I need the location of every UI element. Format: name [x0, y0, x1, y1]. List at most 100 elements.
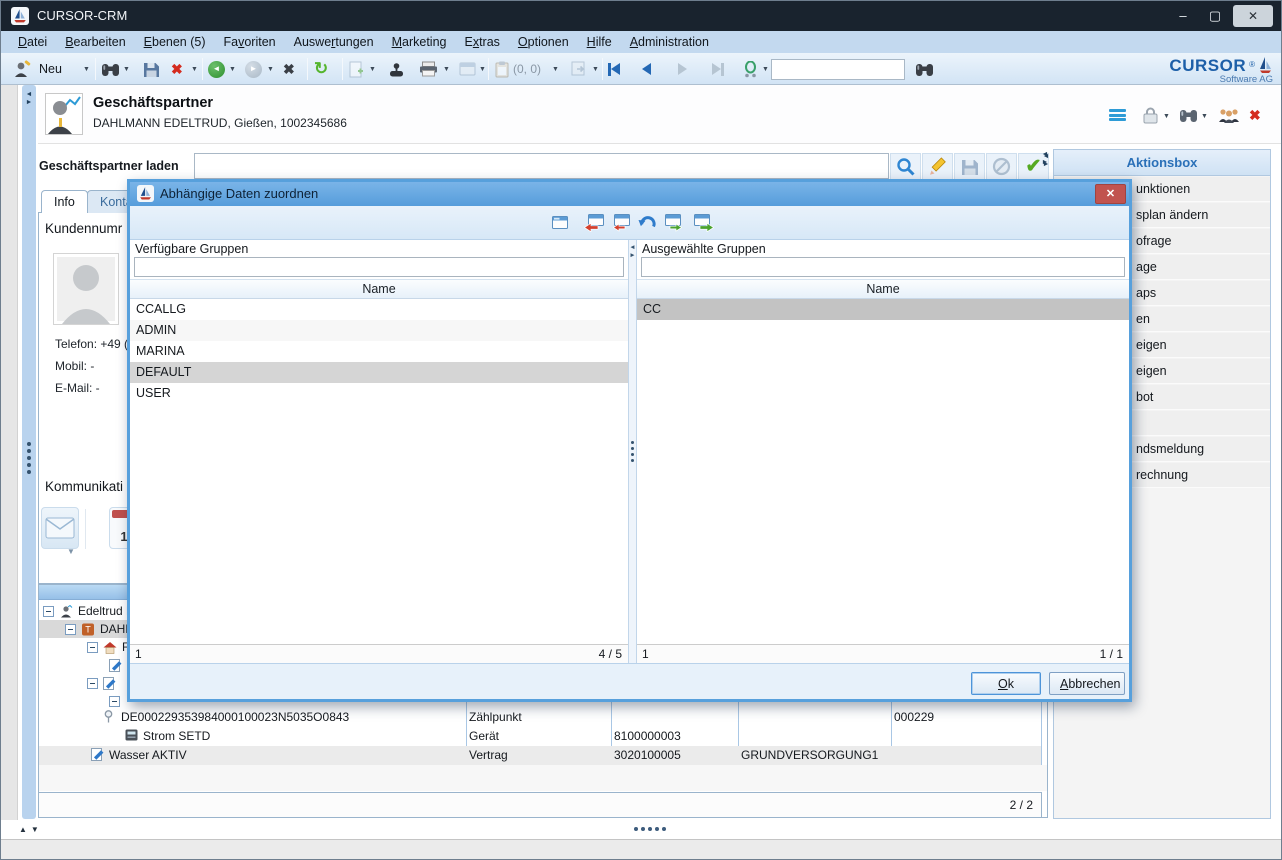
- block-icon[interactable]: [986, 153, 1017, 180]
- new-record-icon[interactable]: [13, 58, 32, 80]
- tab-info[interactable]: Info: [41, 190, 88, 213]
- nav-next-icon[interactable]: [678, 58, 687, 80]
- clipboard-dropdown-icon[interactable]: ▼: [552, 66, 559, 73]
- menu-optionen[interactable]: Optionen: [509, 31, 578, 53]
- search-magnifier-icon[interactable]: [890, 153, 921, 180]
- menu-marketing[interactable]: Marketing: [383, 31, 456, 53]
- delete-icon[interactable]: ✖: [171, 58, 183, 80]
- back-dropdown-icon[interactable]: ▼: [229, 66, 236, 73]
- save-icon[interactable]: [143, 58, 160, 80]
- menu-administration[interactable]: Administration: [621, 31, 718, 53]
- menu-ebenen-5[interactable]: Ebenen (5): [135, 31, 215, 53]
- new-document-icon[interactable]: [349, 58, 364, 80]
- group-row-default[interactable]: DEFAULT: [130, 362, 628, 383]
- print-icon[interactable]: [419, 58, 438, 80]
- print-dropdown-icon[interactable]: ▼: [443, 66, 450, 73]
- quick-search-input[interactable]: [771, 59, 905, 80]
- available-groups-column-header[interactable]: Name: [130, 279, 628, 299]
- header-search-dropdown-icon[interactable]: ▼: [1201, 113, 1208, 120]
- group-row-ccallg[interactable]: CCALLG: [130, 299, 628, 320]
- menu-auswertungen[interactable]: Auswertungen: [285, 31, 383, 53]
- tree-expander-icon[interactable]: [87, 678, 98, 689]
- cancel-button[interactable]: Abbrechen: [1049, 672, 1125, 695]
- mobile-label: Mobil: -: [55, 359, 94, 373]
- group-row-cc[interactable]: CC: [637, 299, 1129, 320]
- group-row-marina[interactable]: MARINA: [130, 341, 628, 362]
- nav-last-icon[interactable]: [712, 58, 724, 80]
- bottom-splitter-grip-icon[interactable]: [634, 827, 666, 831]
- new-dropdown-icon[interactable]: ▼: [83, 66, 90, 73]
- search-binoculars-icon[interactable]: [101, 58, 120, 80]
- lock-dropdown-icon[interactable]: ▼: [1163, 113, 1170, 120]
- new-document-dropdown-icon[interactable]: ▼: [369, 66, 376, 73]
- lock-icon[interactable]: [1141, 105, 1160, 125]
- clipboard-icon[interactable]: [495, 58, 510, 80]
- dialog-splitter-grip-icon[interactable]: [631, 438, 634, 465]
- forward-icon[interactable]: ►: [245, 58, 262, 80]
- edit-pencil-icon[interactable]: [922, 153, 953, 180]
- back-icon[interactable]: ◄: [208, 58, 225, 80]
- group-row-user[interactable]: USER: [130, 383, 628, 404]
- left-collapse-arrows-icon[interactable]: ◄►: [24, 91, 34, 107]
- person-search-icon[interactable]: [742, 58, 759, 80]
- menu-hilfe[interactable]: Hilfe: [578, 31, 621, 53]
- left-splitter-grip-icon[interactable]: [27, 439, 31, 477]
- loader-input[interactable]: [194, 153, 889, 179]
- bottom-splitter-arrows-icon[interactable]: ▲▼: [19, 825, 43, 834]
- cell-label: DE000229353984000100023N5035O0843: [121, 710, 349, 724]
- table-row-wasser-aktiv[interactable]: Wasser AKTIVVertrag3020100005GRUNDVERSOR…: [39, 746, 1041, 765]
- process-joystick-icon[interactable]: [388, 58, 405, 80]
- undo-icon[interactable]: [635, 212, 659, 234]
- refresh-icon[interactable]: ↻: [314, 58, 328, 80]
- team-icon[interactable]: [1217, 105, 1241, 125]
- close-window-button[interactable]: ✕: [1233, 5, 1273, 27]
- email-dropdown-icon[interactable]: ▼: [67, 547, 75, 556]
- assign-all-right-icon[interactable]: [691, 212, 715, 234]
- tree-expander-icon[interactable]: [109, 696, 120, 707]
- assign-left-icon[interactable]: [608, 212, 632, 234]
- table-row-strom-setd[interactable]: Strom SETDGerät8100000003: [39, 727, 1041, 746]
- ok-button[interactable]: Ok: [971, 672, 1041, 695]
- menu-hamburger-icon[interactable]: [1109, 105, 1126, 125]
- assign-right-icon[interactable]: [662, 212, 686, 234]
- maximize-button[interactable]: ▢: [1201, 6, 1229, 26]
- person-search-dropdown-icon[interactable]: ▼: [762, 66, 769, 73]
- available-groups-cursor: 1: [135, 645, 142, 663]
- dialog-panel-splitter[interactable]: ◄►: [628, 240, 637, 663]
- menu-favoriten[interactable]: Favoriten: [215, 31, 285, 53]
- new-record-label[interactable]: Neu: [39, 58, 62, 80]
- dialog-splitter-arrows-icon[interactable]: ◄►: [629, 244, 636, 260]
- minimize-button[interactable]: –: [1169, 6, 1197, 26]
- tree-expander-icon[interactable]: [43, 606, 54, 617]
- aktionsbox-collapse-arrows-icon[interactable]: ◄►: [1040, 151, 1050, 167]
- available-groups-filter-input[interactable]: [134, 257, 624, 277]
- email-envelope-icon[interactable]: [41, 507, 79, 549]
- selected-groups-filter-input[interactable]: [641, 257, 1125, 277]
- dialog-close-button[interactable]: ✕: [1095, 184, 1126, 204]
- form-window-icon[interactable]: [548, 212, 572, 234]
- search-dropdown-icon[interactable]: ▼: [123, 66, 130, 73]
- selected-groups-column-header[interactable]: Name: [637, 279, 1129, 299]
- aktionsbox-header[interactable]: Aktionsbox: [1053, 149, 1271, 176]
- forward-dropdown-icon[interactable]: ▼: [267, 66, 274, 73]
- export-dropdown-icon[interactable]: ▼: [592, 66, 599, 73]
- window-pale-icon[interactable]: [459, 58, 476, 80]
- abort-icon[interactable]: ✖: [283, 58, 295, 80]
- group-row-admin[interactable]: ADMIN: [130, 320, 628, 341]
- quick-search-binoculars-icon[interactable]: [915, 58, 934, 80]
- delete-dropdown-icon[interactable]: ▼: [191, 66, 198, 73]
- menu-datei[interactable]: Datei: [9, 31, 56, 53]
- header-search-binoculars-icon[interactable]: [1179, 105, 1198, 125]
- nav-prev-icon[interactable]: [642, 58, 651, 80]
- export-icon[interactable]: [571, 58, 587, 80]
- close-record-icon[interactable]: ✖: [1249, 105, 1261, 125]
- save-view-icon[interactable]: [954, 153, 985, 180]
- tree-expander-icon[interactable]: [87, 642, 98, 653]
- menu-bearbeiten[interactable]: Bearbeiten: [56, 31, 134, 53]
- assign-all-left-icon[interactable]: [582, 212, 606, 234]
- tree-expander-icon[interactable]: [65, 624, 76, 635]
- table-row-de000229353984000100023n5035o0843[interactable]: DE000229353984000100023N5035O0843Zählpun…: [39, 708, 1041, 727]
- window-pale-dropdown-icon[interactable]: ▼: [479, 66, 486, 73]
- menu-extras[interactable]: Extras: [455, 31, 508, 53]
- nav-first-icon[interactable]: [608, 58, 620, 80]
